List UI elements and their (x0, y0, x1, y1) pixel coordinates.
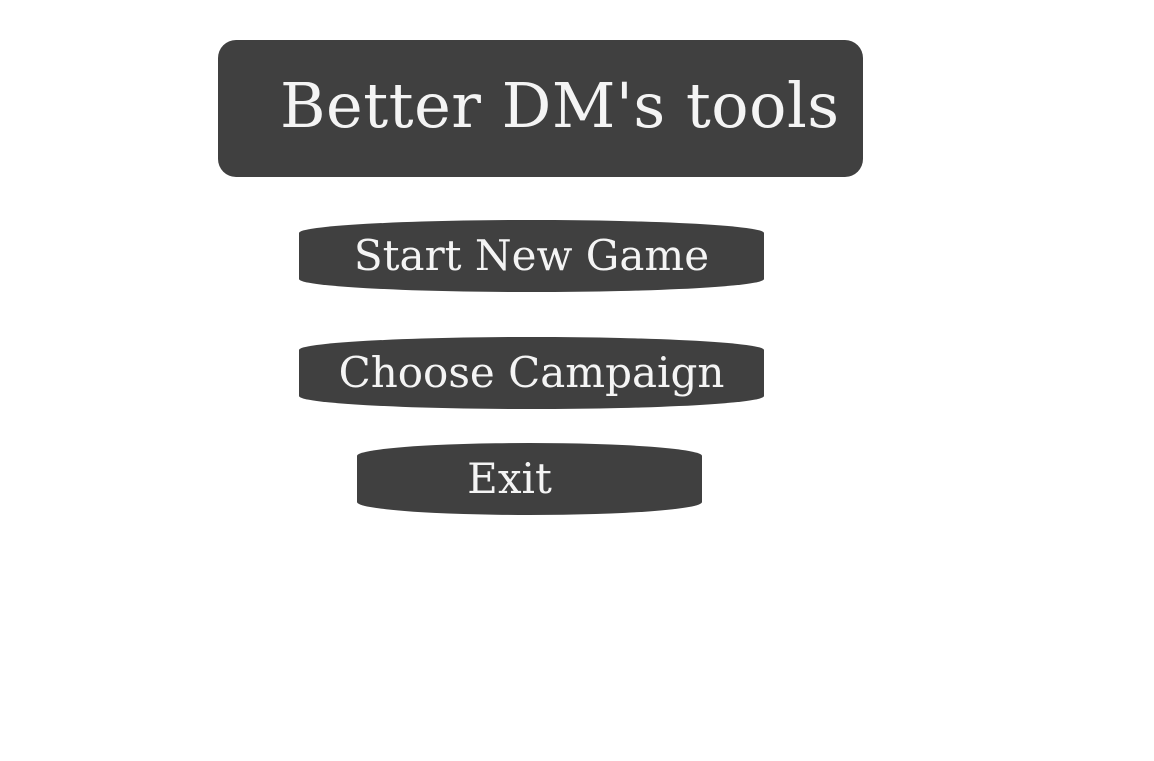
main-menu-screen: Better DM's tools Start New Game Choose … (0, 0, 1154, 761)
choose-campaign-button[interactable]: Choose Campaign (299, 337, 764, 409)
game-title: Better DM's tools (280, 68, 840, 142)
choose-campaign-label: Choose Campaign (338, 348, 725, 397)
start-new-game-label: Start New Game (353, 231, 710, 280)
start-new-game-button[interactable]: Start New Game (299, 220, 764, 292)
exit-label: Exit (467, 454, 552, 503)
title-panel: Better DM's tools (218, 40, 863, 177)
exit-button[interactable]: Exit (357, 443, 702, 515)
